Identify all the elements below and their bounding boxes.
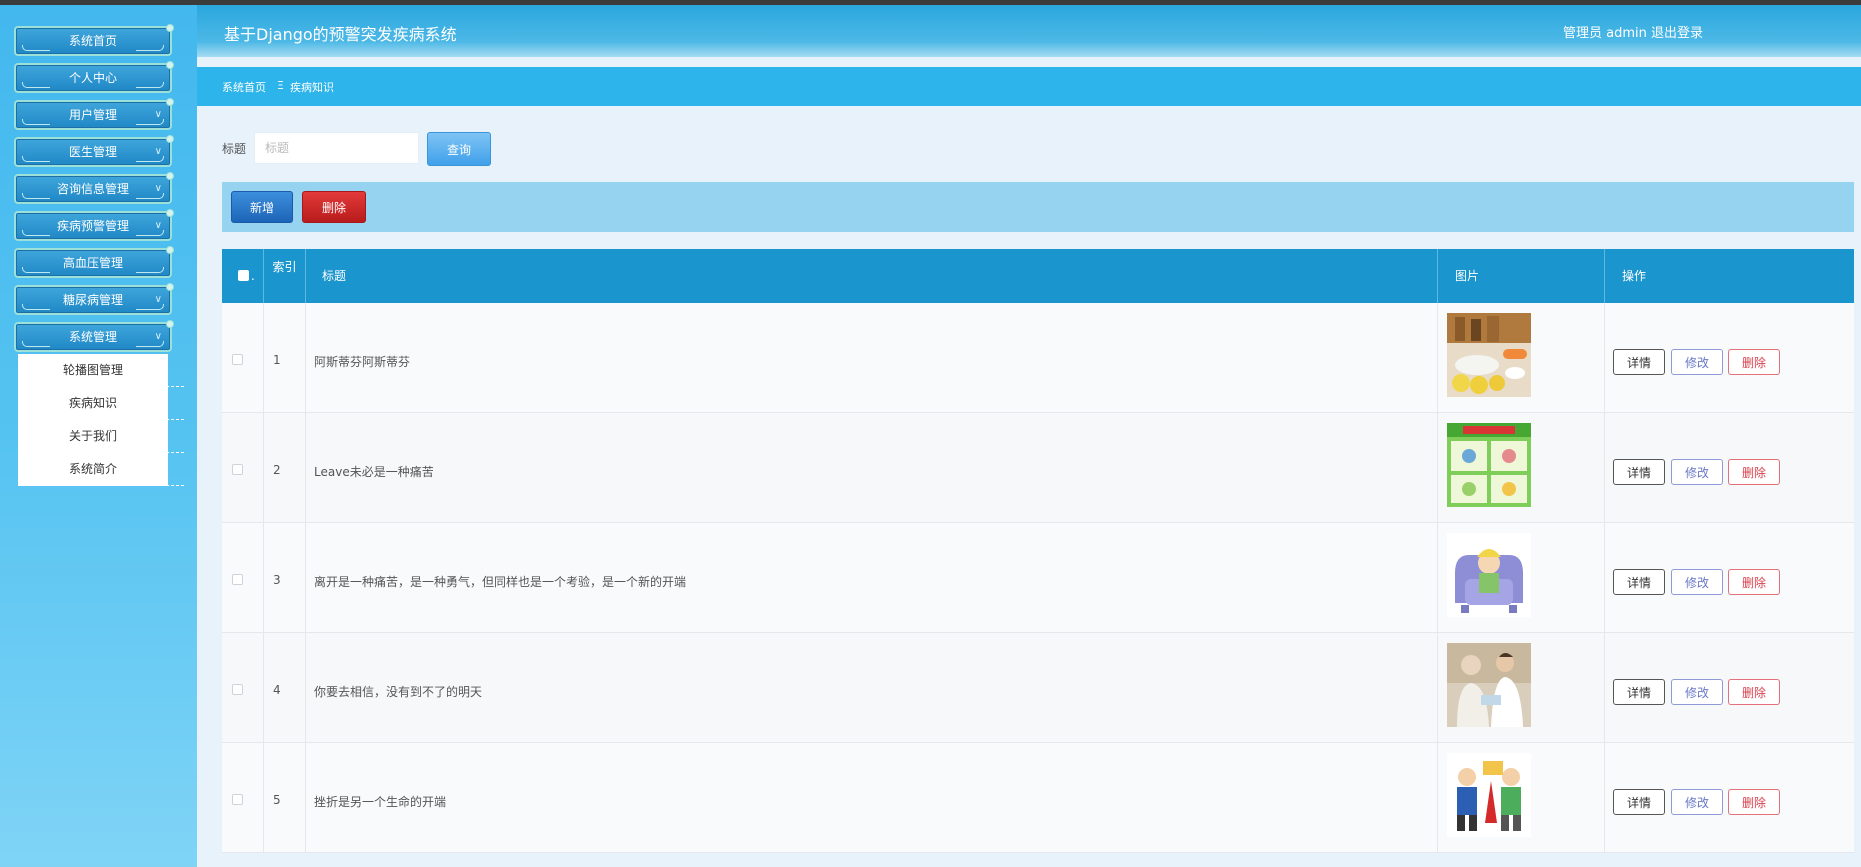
search-label: 标题 bbox=[222, 142, 247, 156]
column-header-index[interactable]: 索引 bbox=[264, 249, 306, 303]
table-row: 4 你要去相信，没有到不了的明天 详情 修改 删除 bbox=[222, 633, 1854, 743]
system-submenu: 轮播图管理 疾病知识 关于我们 系统简介 bbox=[18, 354, 184, 486]
query-button[interactable]: 查询 bbox=[427, 132, 491, 166]
sidebar-item-label: 疾病预警管理 bbox=[56, 219, 129, 233]
action-toolbar: 新增 删除 bbox=[222, 182, 1854, 232]
table-row: 3 离开是一种痛苦，是一种勇气，但同样也是一个考验，是一个新的开端 详情 修改 … bbox=[222, 523, 1854, 633]
row-image-doctor-patient bbox=[1447, 643, 1531, 727]
sidebar-item-home[interactable]: 系统首页 bbox=[14, 24, 174, 56]
select-all-checkbox[interactable] bbox=[238, 270, 249, 281]
sidebar: 系统首页 个人中心 ∨ 用户管理 ∨ 医生管理 ∨ 咨询信息管理 ∨ 疾病预警管理 高血… bbox=[0, 5, 197, 867]
app-header: 基于Django的预警突发疾病系统 管理员 admin 退出登录 bbox=[197, 5, 1861, 57]
column-header-image: 图片 bbox=[1438, 249, 1605, 303]
row-image-cartoon-people bbox=[1447, 753, 1531, 837]
row-image-cartoon bbox=[1447, 533, 1531, 617]
row-checkbox[interactable] bbox=[232, 684, 243, 695]
edit-button[interactable]: 修改 bbox=[1671, 679, 1723, 705]
sidebar-item-label: 咨询信息管理 bbox=[56, 182, 129, 196]
select-all-header: . bbox=[222, 249, 264, 303]
row-image-pills bbox=[1447, 313, 1531, 397]
table-header: . 索引 标题 图片 操作 bbox=[222, 249, 1854, 303]
breadcrumb: 系统首页 Ξ 疾病知识 bbox=[197, 67, 1861, 106]
row-title: 挫折是另一个生命的开端 bbox=[314, 795, 447, 809]
row-checkbox[interactable] bbox=[232, 794, 243, 805]
disease-knowledge-table: . 索引 标题 图片 操作 1 阿斯蒂芬阿斯蒂芬 详情 修改 删除 2 Leav… bbox=[222, 249, 1854, 853]
sidebar-item-label: 系统首页 bbox=[68, 34, 117, 48]
chevron-down-icon: ∨ bbox=[154, 146, 162, 157]
chevron-down-icon: ∨ bbox=[154, 294, 162, 305]
sidebar-item-user-management[interactable]: ∨ 用户管理 bbox=[14, 98, 174, 130]
delete-button[interactable]: 删除 bbox=[1728, 459, 1780, 485]
sidebar-item-personal-center[interactable]: 个人中心 bbox=[14, 61, 174, 93]
submenu-item-carousel[interactable]: 轮播图管理 bbox=[18, 354, 184, 387]
sidebar-item-label: 用户管理 bbox=[68, 108, 117, 122]
table-row: 5 挫折是另一个生命的开端 详情 修改 删除 bbox=[222, 743, 1854, 853]
detail-button[interactable]: 详情 bbox=[1613, 569, 1665, 595]
edit-button[interactable]: 修改 bbox=[1671, 789, 1723, 815]
table-row: 2 Leave未必是一种痛苦 详情 修改 删除 bbox=[222, 413, 1854, 523]
current-user: 管理员 admin bbox=[1563, 26, 1647, 41]
row-index: 4 bbox=[273, 683, 281, 697]
edit-button[interactable]: 修改 bbox=[1671, 349, 1723, 375]
row-index: 2 bbox=[273, 463, 281, 477]
table-body: 1 阿斯蒂芬阿斯蒂芬 详情 修改 删除 2 Leave未必是一种痛苦 详情 修改… bbox=[222, 303, 1854, 853]
sidebar-item-label: 糖尿病管理 bbox=[62, 293, 123, 307]
sidebar-item-hypertension[interactable]: 高血压管理 bbox=[14, 246, 174, 278]
sidebar-menu: 系统首页 个人中心 ∨ 用户管理 ∨ 医生管理 ∨ 咨询信息管理 ∨ 疾病预警管理 高血… bbox=[14, 24, 174, 359]
title-search-input[interactable] bbox=[254, 132, 419, 164]
chevron-down-icon: ∨ bbox=[154, 183, 162, 194]
delete-button[interactable]: 删除 bbox=[1728, 679, 1780, 705]
chevron-down-icon: ∨ bbox=[154, 220, 162, 231]
edit-button[interactable]: 修改 bbox=[1671, 569, 1723, 595]
sidebar-item-system-management[interactable]: ∨ 系统管理 bbox=[14, 320, 174, 352]
delete-button[interactable]: 删除 bbox=[1728, 349, 1780, 375]
submenu-item-system-intro[interactable]: 系统简介 bbox=[18, 453, 184, 486]
row-checkbox[interactable] bbox=[232, 464, 243, 475]
row-index: 5 bbox=[273, 793, 281, 807]
row-title: 你要去相信，没有到不了的明天 bbox=[314, 685, 483, 699]
row-image-poster bbox=[1447, 423, 1531, 507]
row-title: 阿斯蒂芬阿斯蒂芬 bbox=[314, 355, 411, 369]
sidebar-item-doctor-management[interactable]: ∨ 医生管理 bbox=[14, 135, 174, 167]
row-checkbox[interactable] bbox=[232, 354, 243, 365]
row-index: 1 bbox=[273, 353, 281, 367]
chevron-down-icon: ∨ bbox=[154, 331, 162, 342]
sidebar-item-label: 医生管理 bbox=[68, 145, 117, 159]
detail-button[interactable]: 详情 bbox=[1613, 349, 1665, 375]
submenu-item-disease-knowledge[interactable]: 疾病知识 bbox=[18, 387, 184, 420]
column-header-actions: 操作 bbox=[1622, 269, 1647, 283]
sidebar-item-disease-warning[interactable]: ∨ 疾病预警管理 bbox=[14, 209, 174, 241]
breadcrumb-separator: Ξ bbox=[277, 79, 284, 92]
sidebar-item-label: 系统管理 bbox=[68, 330, 117, 344]
column-header-title[interactable]: 标题 bbox=[306, 249, 1438, 303]
edit-button[interactable]: 修改 bbox=[1671, 459, 1723, 485]
sidebar-item-label: 高血压管理 bbox=[62, 256, 123, 270]
logout-link[interactable]: 退出登录 bbox=[1651, 22, 1703, 41]
app-title: 基于Django的预警突发疾病系统 bbox=[224, 25, 457, 44]
table-row: 1 阿斯蒂芬阿斯蒂芬 详情 修改 删除 bbox=[222, 303, 1854, 413]
breadcrumb-home[interactable]: 系统首页 bbox=[222, 79, 266, 95]
add-button[interactable]: 新增 bbox=[231, 191, 293, 223]
detail-button[interactable]: 详情 bbox=[1613, 459, 1665, 485]
row-title: Leave未必是一种痛苦 bbox=[314, 465, 434, 479]
row-title: 离开是一种痛苦，是一种勇气，但同样也是一个考验，是一个新的开端 bbox=[314, 575, 687, 589]
chevron-down-icon: ∨ bbox=[154, 109, 162, 120]
delete-button[interactable]: 删除 bbox=[1728, 789, 1780, 815]
detail-button[interactable]: 详情 bbox=[1613, 679, 1665, 705]
row-index: 3 bbox=[273, 573, 281, 587]
row-checkbox[interactable] bbox=[232, 574, 243, 585]
submenu-item-about-us[interactable]: 关于我们 bbox=[18, 420, 184, 453]
delete-button[interactable]: 删除 bbox=[1728, 569, 1780, 595]
sidebar-item-consultation-management[interactable]: ∨ 咨询信息管理 bbox=[14, 172, 174, 204]
sidebar-item-diabetes[interactable]: ∨ 糖尿病管理 bbox=[14, 283, 174, 315]
batch-delete-button[interactable]: 删除 bbox=[302, 191, 366, 223]
detail-button[interactable]: 详情 bbox=[1613, 789, 1665, 815]
sidebar-item-label: 个人中心 bbox=[68, 71, 117, 85]
breadcrumb-current: 疾病知识 bbox=[290, 81, 334, 94]
